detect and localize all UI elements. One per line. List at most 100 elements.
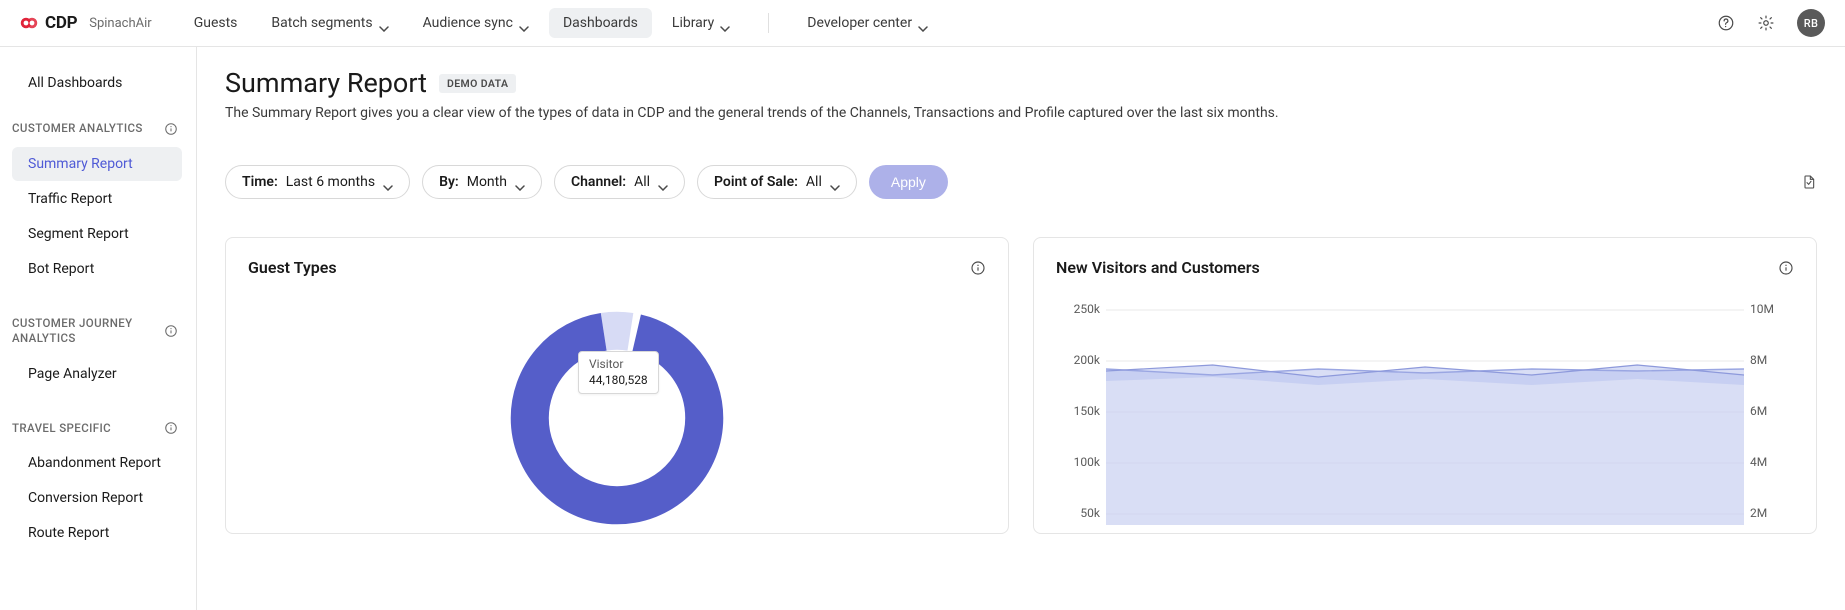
- y-tick: 4M: [1750, 456, 1794, 507]
- chevron-down-icon: [519, 20, 529, 26]
- info-icon[interactable]: [164, 122, 178, 136]
- chevron-down-icon: [720, 20, 730, 26]
- nav-label: Batch segments: [271, 15, 372, 31]
- y-tick: 10M: [1750, 303, 1794, 354]
- sidebar-item-abandonment-report[interactable]: Abandonment Report: [12, 446, 182, 480]
- brand[interactable]: CDP: [20, 13, 77, 33]
- sidebar: All Dashboards CUSTOMER ANALYTICS Summar…: [0, 47, 197, 610]
- sidebar-group-customer-analytics: CUSTOMER ANALYTICS Summary Report Traffi…: [12, 117, 196, 286]
- help-icon[interactable]: [1717, 14, 1735, 32]
- nav-divider: [768, 13, 769, 33]
- sidebar-item-route-report[interactable]: Route Report: [12, 516, 182, 550]
- donut-chart: Visitor 44,180,528: [248, 297, 986, 533]
- avatar[interactable]: RB: [1797, 9, 1825, 37]
- filters-row: Time: Last 6 months By: Month Channel: A…: [225, 165, 1817, 199]
- nav-label: Guests: [194, 15, 238, 31]
- nav-label: Developer center: [807, 15, 912, 31]
- chevron-down-icon: [918, 20, 928, 26]
- chevron-down-icon: [830, 179, 840, 185]
- y-tick: 250k: [1056, 303, 1100, 354]
- filter-time[interactable]: Time: Last 6 months: [225, 165, 410, 199]
- sidebar-item-summary-report[interactable]: Summary Report: [12, 147, 182, 181]
- card-new-visitors: New Visitors and Customers 250k 200k 150…: [1033, 237, 1817, 534]
- nav-label: Dashboards: [563, 15, 638, 31]
- nav-developer-center[interactable]: Developer center: [793, 8, 942, 38]
- main: Summary Report DEMO DATA The Summary Rep…: [197, 47, 1845, 610]
- nav-library[interactable]: Library: [658, 8, 744, 38]
- filter-point-of-sale[interactable]: Point of Sale: All: [697, 165, 857, 199]
- filter-label: Channel:: [571, 174, 626, 190]
- sidebar-all-dashboards[interactable]: All Dashboards: [12, 67, 196, 99]
- nav-batch-segments[interactable]: Batch segments: [257, 8, 402, 38]
- y-tick: 6M: [1750, 405, 1794, 456]
- sidebar-group-header: TRAVEL SPECIFIC: [12, 417, 196, 441]
- sidebar-group-customer-journey: CUSTOMER JOURNEY ANALYTICS Page Analyzer: [12, 312, 196, 391]
- tooltip-label: Visitor: [589, 357, 648, 373]
- logo-icon: [20, 14, 38, 32]
- topbar-right: RB: [1717, 9, 1825, 37]
- info-icon[interactable]: [970, 260, 986, 276]
- line-svg: [1106, 305, 1744, 525]
- sidebar-group-header: CUSTOMER ANALYTICS: [12, 117, 196, 141]
- filter-label: Point of Sale:: [714, 174, 798, 190]
- card-guest-types: Guest Types Visitor 44,180,528: [225, 237, 1009, 534]
- filter-value: Month: [467, 174, 507, 190]
- nav-audience-sync[interactable]: Audience sync: [409, 8, 543, 38]
- filter-label: Time:: [242, 174, 278, 190]
- cards-row: Guest Types Visitor 44,180,528: [225, 237, 1817, 534]
- chevron-down-icon: [515, 179, 525, 185]
- topbar: CDP SpinachAir Guests Batch segments Aud…: [0, 0, 1845, 47]
- y-tick: 200k: [1056, 354, 1100, 405]
- sidebar-group-title: TRAVEL SPECIFIC: [12, 421, 111, 437]
- card-head: Guest Types: [248, 258, 986, 277]
- sidebar-group-title: CUSTOMER JOURNEY ANALYTICS: [12, 316, 164, 347]
- page-title: Summary Report: [225, 67, 427, 99]
- y-tick: 8M: [1750, 354, 1794, 405]
- nav-dashboards[interactable]: Dashboards: [549, 8, 652, 38]
- card-title: New Visitors and Customers: [1056, 258, 1260, 277]
- filter-channel[interactable]: Channel: All: [554, 165, 685, 199]
- nav-label: Library: [672, 15, 714, 31]
- chevron-down-icon: [383, 179, 393, 185]
- filter-by[interactable]: By: Month: [422, 165, 542, 199]
- filter-value: All: [634, 174, 650, 190]
- sidebar-item-traffic-report[interactable]: Traffic Report: [12, 182, 182, 216]
- y-tick: 100k: [1056, 456, 1100, 507]
- line-chart: 250k 200k 150k 100k 50k 10M 8M 6M 4M 2M: [1056, 297, 1794, 529]
- info-icon[interactable]: [164, 421, 178, 435]
- nav-guests[interactable]: Guests: [180, 8, 252, 38]
- donut-svg: [472, 303, 762, 533]
- info-icon[interactable]: [1778, 260, 1794, 276]
- y-tick: 50k: [1056, 507, 1100, 534]
- chevron-down-icon: [658, 179, 668, 185]
- nav-label: Audience sync: [423, 15, 513, 31]
- sidebar-item-bot-report[interactable]: Bot Report: [12, 252, 182, 286]
- card-head: New Visitors and Customers: [1056, 258, 1794, 277]
- filter-label: By:: [439, 174, 459, 190]
- settings-icon[interactable]: [1757, 14, 1775, 32]
- filter-value: All: [806, 174, 822, 190]
- info-icon[interactable]: [164, 324, 178, 338]
- sidebar-group-title: CUSTOMER ANALYTICS: [12, 121, 143, 137]
- y-tick: 150k: [1056, 405, 1100, 456]
- export-icon[interactable]: [1801, 173, 1817, 191]
- chevron-down-icon: [379, 20, 389, 26]
- sidebar-item-conversion-report[interactable]: Conversion Report: [12, 481, 182, 515]
- sidebar-group-travel-specific: TRAVEL SPECIFIC Abandonment Report Conve…: [12, 417, 196, 551]
- logo-text: CDP: [45, 13, 77, 33]
- avatar-initials: RB: [1804, 17, 1818, 30]
- page-description: The Summary Report gives you a clear vie…: [225, 105, 1817, 121]
- apply-button[interactable]: Apply: [869, 165, 948, 199]
- sidebar-group-header: CUSTOMER JOURNEY ANALYTICS: [12, 312, 196, 351]
- tooltip-value: 44,180,528: [589, 373, 648, 389]
- sidebar-item-page-analyzer[interactable]: Page Analyzer: [12, 357, 182, 391]
- page-head: Summary Report DEMO DATA: [225, 67, 1817, 99]
- y-right-axis: 10M 8M 6M 4M 2M: [1750, 303, 1794, 534]
- plot-area: [1106, 305, 1744, 529]
- filter-value: Last 6 months: [286, 174, 375, 190]
- tenant-name[interactable]: SpinachAir: [89, 16, 151, 31]
- demo-badge: DEMO DATA: [439, 74, 516, 93]
- top-nav: Guests Batch segments Audience sync Dash…: [180, 8, 942, 38]
- card-title: Guest Types: [248, 258, 337, 277]
- sidebar-item-segment-report[interactable]: Segment Report: [12, 217, 182, 251]
